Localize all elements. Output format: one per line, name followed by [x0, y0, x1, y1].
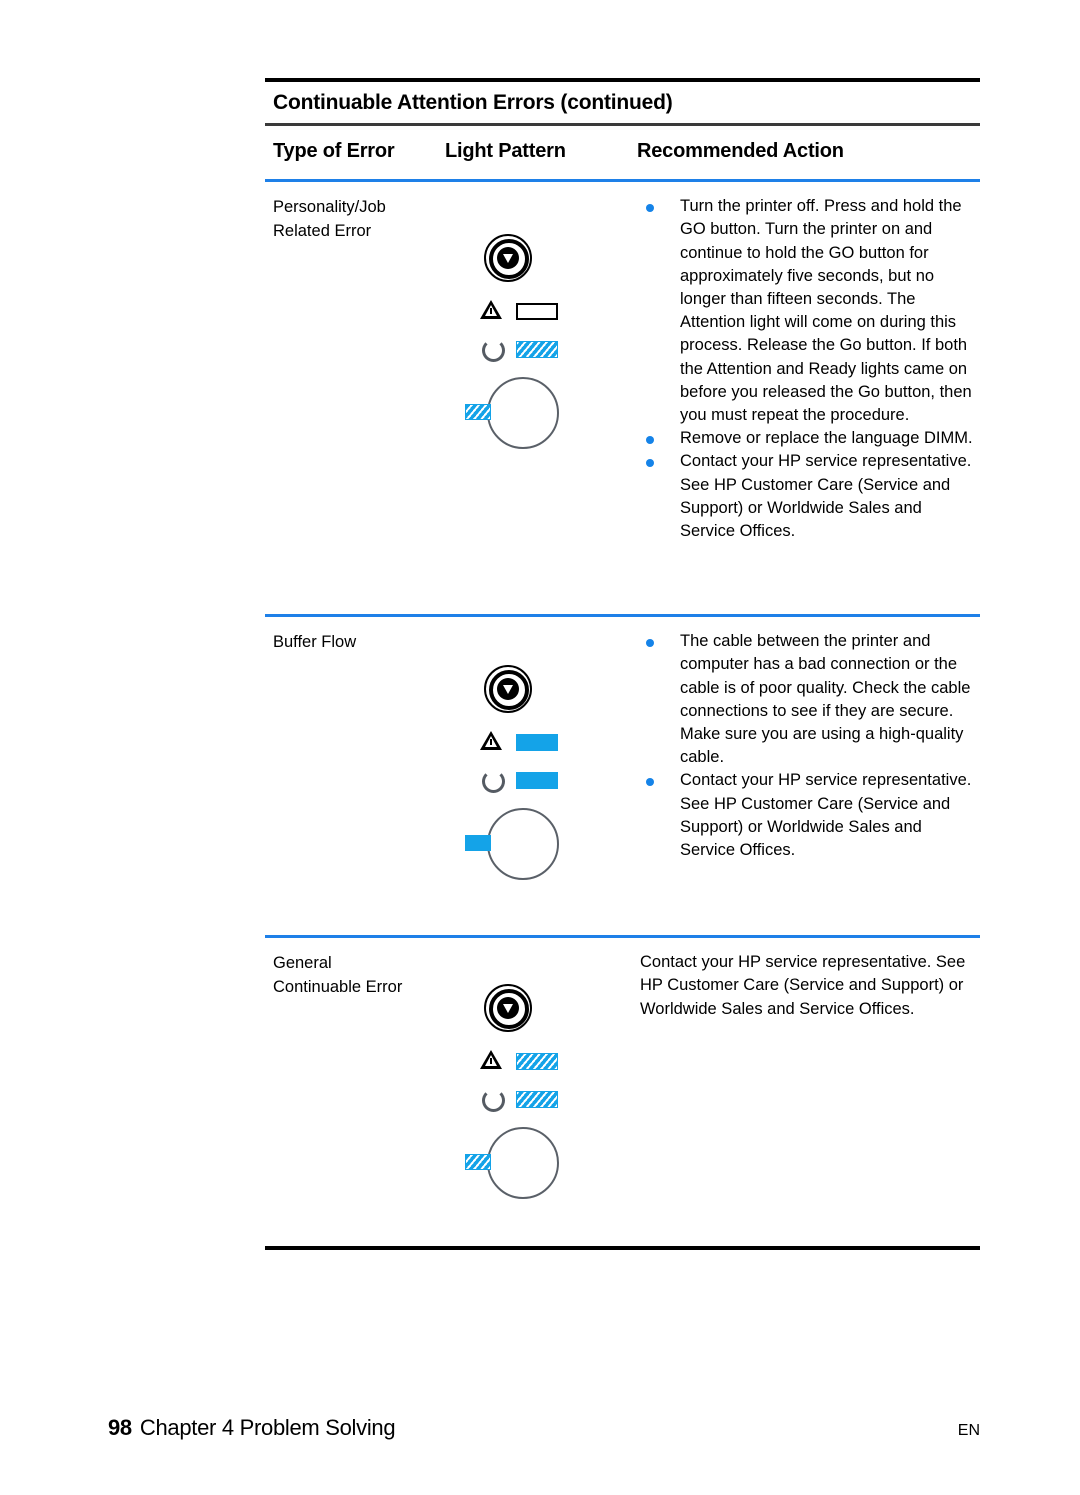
error-type-line-2: Continuable Error: [273, 977, 403, 996]
document-page: Continuable Attention Errors (continued)…: [0, 0, 1080, 1495]
drum-disc-icon: [487, 377, 559, 450]
go-button-triangle-icon: [503, 254, 513, 264]
attention-light-row: [474, 729, 558, 755]
warning-triangle-icon: [474, 298, 508, 324]
page-footer: 98 Chapter 4 Problem Solving EN: [108, 1415, 980, 1441]
footer-left-group: 98 Chapter 4 Problem Solving: [108, 1415, 396, 1441]
ready-horseshoe-icon: [474, 1086, 508, 1113]
ready-led-bar: [516, 340, 558, 358]
error-type-line-1: Personality/Job: [273, 198, 386, 217]
recommended-action-cell: Contact your HP service representative. …: [637, 938, 980, 1246]
ready-light-row: [474, 767, 558, 794]
go-button-icon: [484, 984, 532, 1033]
warning-triangle-icon: [474, 1048, 508, 1074]
action-bullet-list: The cable between the printer and comput…: [637, 630, 980, 862]
list-item: Contact your HP service representative. …: [637, 769, 980, 862]
go-button-triangle-icon: [503, 1004, 513, 1014]
page-number: 98: [108, 1415, 132, 1440]
error-type-line-1: Buffer Flow: [273, 633, 357, 652]
light-pattern-cell: [445, 938, 637, 1246]
list-item: The cable between the printer and comput…: [637, 630, 980, 769]
recommended-action-cell: The cable between the printer and comput…: [637, 617, 980, 935]
list-item: Contact your HP service representative. …: [637, 450, 980, 543]
recommended-action-cell: Turn the printer off. Press and hold the…: [637, 182, 980, 614]
error-type-line-1: General: [273, 954, 332, 973]
action-bullet-list: Turn the printer off. Press and hold the…: [637, 195, 980, 543]
error-type-line-2: Related Error: [273, 221, 372, 240]
error-type-cell: Personality/Job Related Error: [273, 182, 445, 614]
ready-light-row: [474, 336, 558, 363]
light-pattern-cell: [445, 617, 637, 935]
go-button-triangle-icon: [503, 685, 513, 695]
attention-led-bar: [516, 733, 558, 751]
list-item: Turn the printer off. Press and hold the…: [637, 195, 980, 427]
drum-disc-icon: [487, 1127, 559, 1200]
continuable-errors-table: Continuable Attention Errors (continued)…: [265, 78, 980, 1251]
error-type-cell: Buffer Flow: [273, 617, 445, 935]
attention-light-row: [474, 298, 558, 324]
column-header-light-pattern: Light Pattern: [445, 140, 566, 163]
table-header-row: Type of Error Light Pattern Recommended …: [265, 126, 980, 179]
column-header-type-of-error: Type of Error: [273, 140, 395, 163]
light-pattern-cell: [445, 182, 637, 614]
table-row: Personality/Job Related Error Turn the p…: [265, 182, 980, 614]
table-row: General Continuable Error Contact your H…: [265, 938, 980, 1246]
ready-light-row: [474, 1086, 558, 1113]
warning-triangle-icon: [474, 729, 508, 755]
attention-led-bar: [516, 1052, 558, 1070]
ready-led-bar: [516, 771, 558, 789]
ready-horseshoe-icon: [474, 336, 508, 363]
list-item: Remove or replace the language DIMM.: [637, 427, 980, 450]
ready-led-bar: [516, 1090, 558, 1108]
language-code: EN: [957, 1422, 980, 1439]
error-type-cell: General Continuable Error: [273, 938, 445, 1246]
data-led-tab: [465, 1154, 491, 1171]
drum-disc-icon: [487, 808, 559, 881]
go-button-icon: [484, 665, 532, 714]
chapter-title: Chapter 4 Problem Solving: [139, 1415, 396, 1440]
action-paragraph: Contact your HP service representative. …: [640, 953, 966, 1018]
table-row: Buffer Flow The cable between the printe…: [265, 617, 980, 935]
attention-light-row: [474, 1048, 558, 1074]
table-caption: Continuable Attention Errors (continued): [273, 91, 673, 114]
data-led-tab: [465, 835, 491, 852]
ready-horseshoe-icon: [474, 767, 508, 794]
table-bottom-rule: [265, 1246, 980, 1251]
go-button-icon: [484, 234, 532, 283]
attention-led-bar: [516, 302, 558, 320]
column-header-recommended-action: Recommended Action: [637, 140, 844, 163]
data-led-tab: [465, 404, 491, 421]
